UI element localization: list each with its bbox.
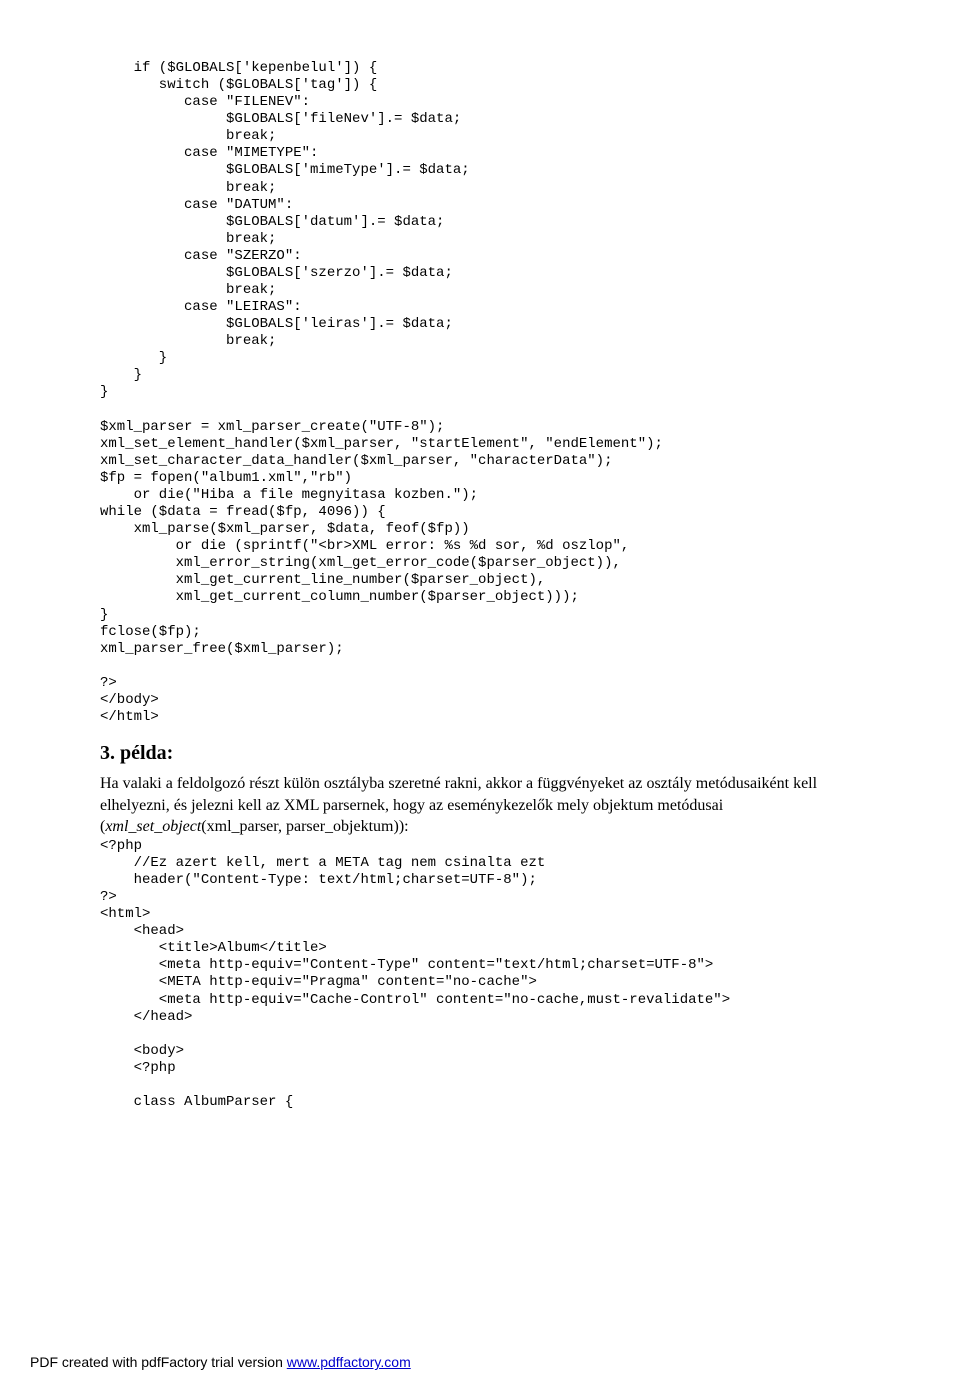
- pdf-footer: PDF created with pdfFactory trial versio…: [30, 1353, 411, 1372]
- prose-italic: xml_set_object: [105, 818, 201, 835]
- footer-link[interactable]: www.pdffactory.com: [287, 1354, 411, 1370]
- footer-text: PDF created with pdfFactory trial versio…: [30, 1354, 287, 1370]
- code-block-1: if ($GLOBALS['kepenbelul']) { switch ($G…: [100, 60, 870, 726]
- heading-example-3: 3. példa:: [100, 740, 870, 767]
- prose-part2: (xml_parser, parser_objektum)):: [201, 818, 408, 835]
- prose-paragraph: Ha valaki a feldolgozó részt külön osztá…: [100, 773, 870, 838]
- code-block-2: <?php //Ez azert kell, mert a META tag n…: [100, 838, 870, 1111]
